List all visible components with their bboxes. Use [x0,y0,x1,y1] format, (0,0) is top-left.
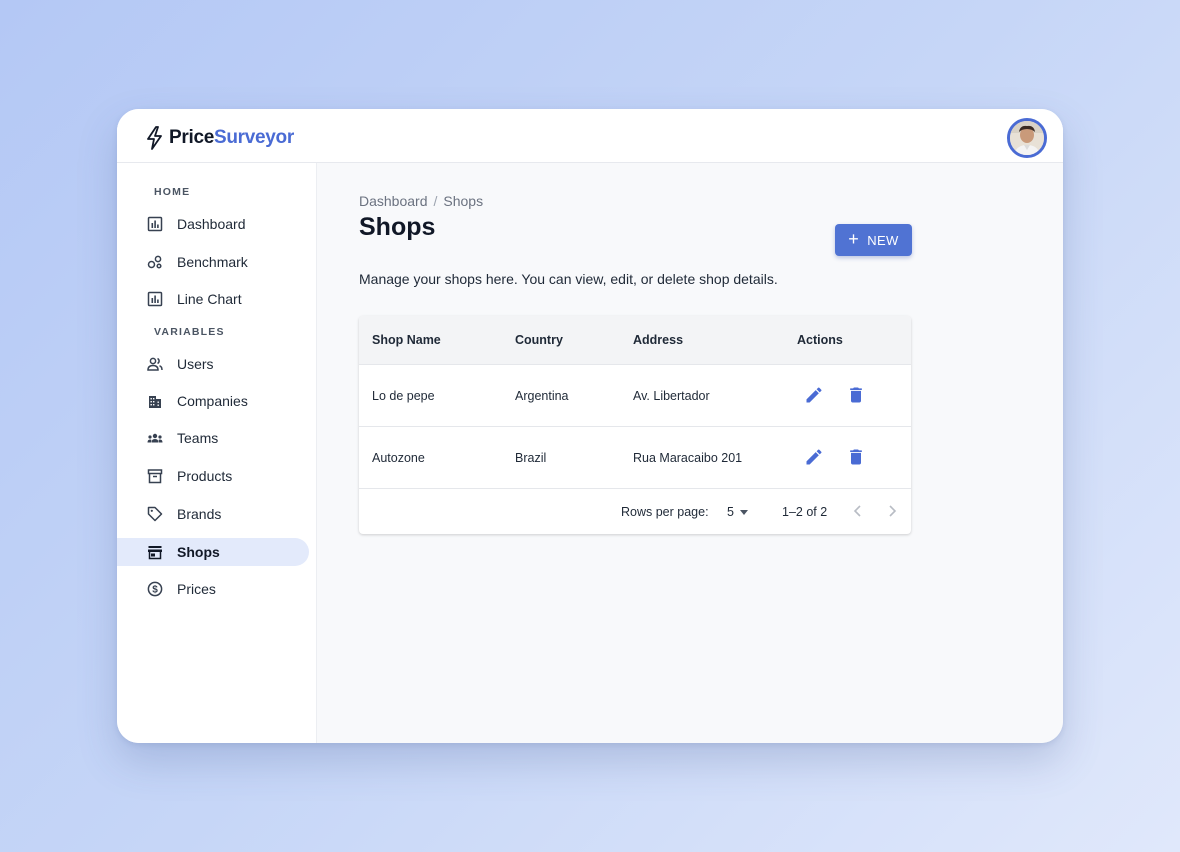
cell-shop-name: Autozone [372,451,425,465]
main-content: Dashboard / Shops Shops + NEW Manage you… [317,163,1063,743]
logo-text: PriceSurveyor [169,127,294,149]
archive-box-icon [147,469,163,484]
sidebar-item-products[interactable]: Products [117,462,309,490]
table-row[interactable]: Lo de pepe Argentina Av. Libertador [359,365,911,427]
sidebar-item-label: Users [177,356,214,372]
page-description: Manage your shops here. You can view, ed… [359,271,778,287]
building-icon [149,396,161,408]
logo-text-surveyor: Surveyor [213,127,294,148]
svg-text:$: $ [152,585,158,596]
store-icon [148,546,162,560]
table-row[interactable]: Autozone Brazil Rua Maracaibo 201 [359,427,911,489]
rows-per-page-value: 5 [727,505,734,519]
sidebar-item-teams[interactable]: Teams [117,424,309,452]
groups-icon [147,433,163,443]
top-bar: PriceSurveyor [117,109,1063,163]
table-header: Shop Name Country Address Actions [359,316,911,365]
shops-table: Shop Name Country Address Actions Lo de … [359,316,911,534]
sidebar: HOME Dashboard Benchmark Line Chart VARI… [117,163,317,743]
breadcrumb-current-shops: Shops [443,193,484,209]
app-logo[interactable]: PriceSurveyor [145,126,294,150]
delete-trash-icon[interactable] [846,385,866,405]
rows-per-page-label: Rows per page: [621,505,709,519]
column-header-actions: Actions [797,333,843,347]
sidebar-item-label: Dashboard [177,216,246,232]
sidebar-item-companies[interactable]: Companies [117,387,309,415]
sidebar-item-label: Products [177,468,233,484]
sidebar-item-label: Prices [177,581,216,597]
breadcrumb: Dashboard / Shops [359,193,483,209]
app-window: PriceSurveyor HOME Dashboard Benchmark L… [117,109,1063,743]
sidebar-item-label: Line Chart [177,291,242,307]
column-header-shop-name[interactable]: Shop Name [372,333,441,347]
breadcrumb-link-dashboard[interactable]: Dashboard [359,193,428,209]
sidebar-item-label: Shops [177,544,220,560]
section-label-variables: VARIABLES [154,326,225,338]
tag-icon [147,506,163,522]
breadcrumb-separator: / [433,193,438,209]
sidebar-item-dashboard[interactable]: Dashboard [117,210,309,238]
avatar-photo [1010,121,1044,155]
chevron-left-icon[interactable] [850,503,866,519]
column-header-address[interactable]: Address [633,333,683,347]
sidebar-item-prices[interactable]: $ Prices [117,575,309,603]
new-button-label: NEW [867,232,899,248]
sidebar-item-label: Companies [177,393,248,409]
logo-text-price: Price [169,127,214,148]
sidebar-item-benchmark[interactable]: Benchmark [117,248,309,276]
bar-chart-icon [147,216,163,232]
cell-shop-name: Lo de pepe [372,389,435,403]
chevron-right-icon[interactable] [884,503,900,519]
rows-per-page-select[interactable]: 5 [727,505,748,519]
users-icon [147,357,163,371]
pagination-range: 1–2 of 2 [782,505,828,519]
bolt-logo-icon [147,126,162,150]
sidebar-item-label: Teams [177,430,219,446]
bubbles-icon [147,255,162,269]
table-pagination: Rows per page: 5 1–2 of 2 [359,489,911,534]
sidebar-item-users[interactable]: Users [117,350,309,378]
sidebar-item-line-chart[interactable]: Line Chart [117,285,309,313]
user-avatar[interactable] [1007,118,1047,158]
delete-trash-icon[interactable] [846,447,866,467]
sidebar-item-label: Brands [177,506,222,522]
sidebar-item-shops[interactable]: Shops [117,538,309,566]
bar-chart-icon [147,291,163,307]
edit-pencil-icon[interactable] [804,385,824,405]
page-title: Shops [359,213,436,241]
dollar-circle-icon: $ [147,581,163,597]
sidebar-item-brands[interactable]: Brands [117,500,309,528]
edit-pencil-icon[interactable] [804,447,824,467]
sidebar-item-label: Benchmark [177,254,248,270]
plus-icon: + [848,229,860,249]
caret-down-icon [739,510,748,515]
new-shop-button[interactable]: + NEW [835,224,912,256]
section-label-home: HOME [154,186,191,198]
column-header-country[interactable]: Country [515,333,563,347]
cell-address: Rua Maracaibo 201 [633,451,743,465]
cell-country: Argentina [515,389,569,403]
cell-country: Brazil [515,451,547,465]
cell-address: Av. Libertador [633,389,710,403]
